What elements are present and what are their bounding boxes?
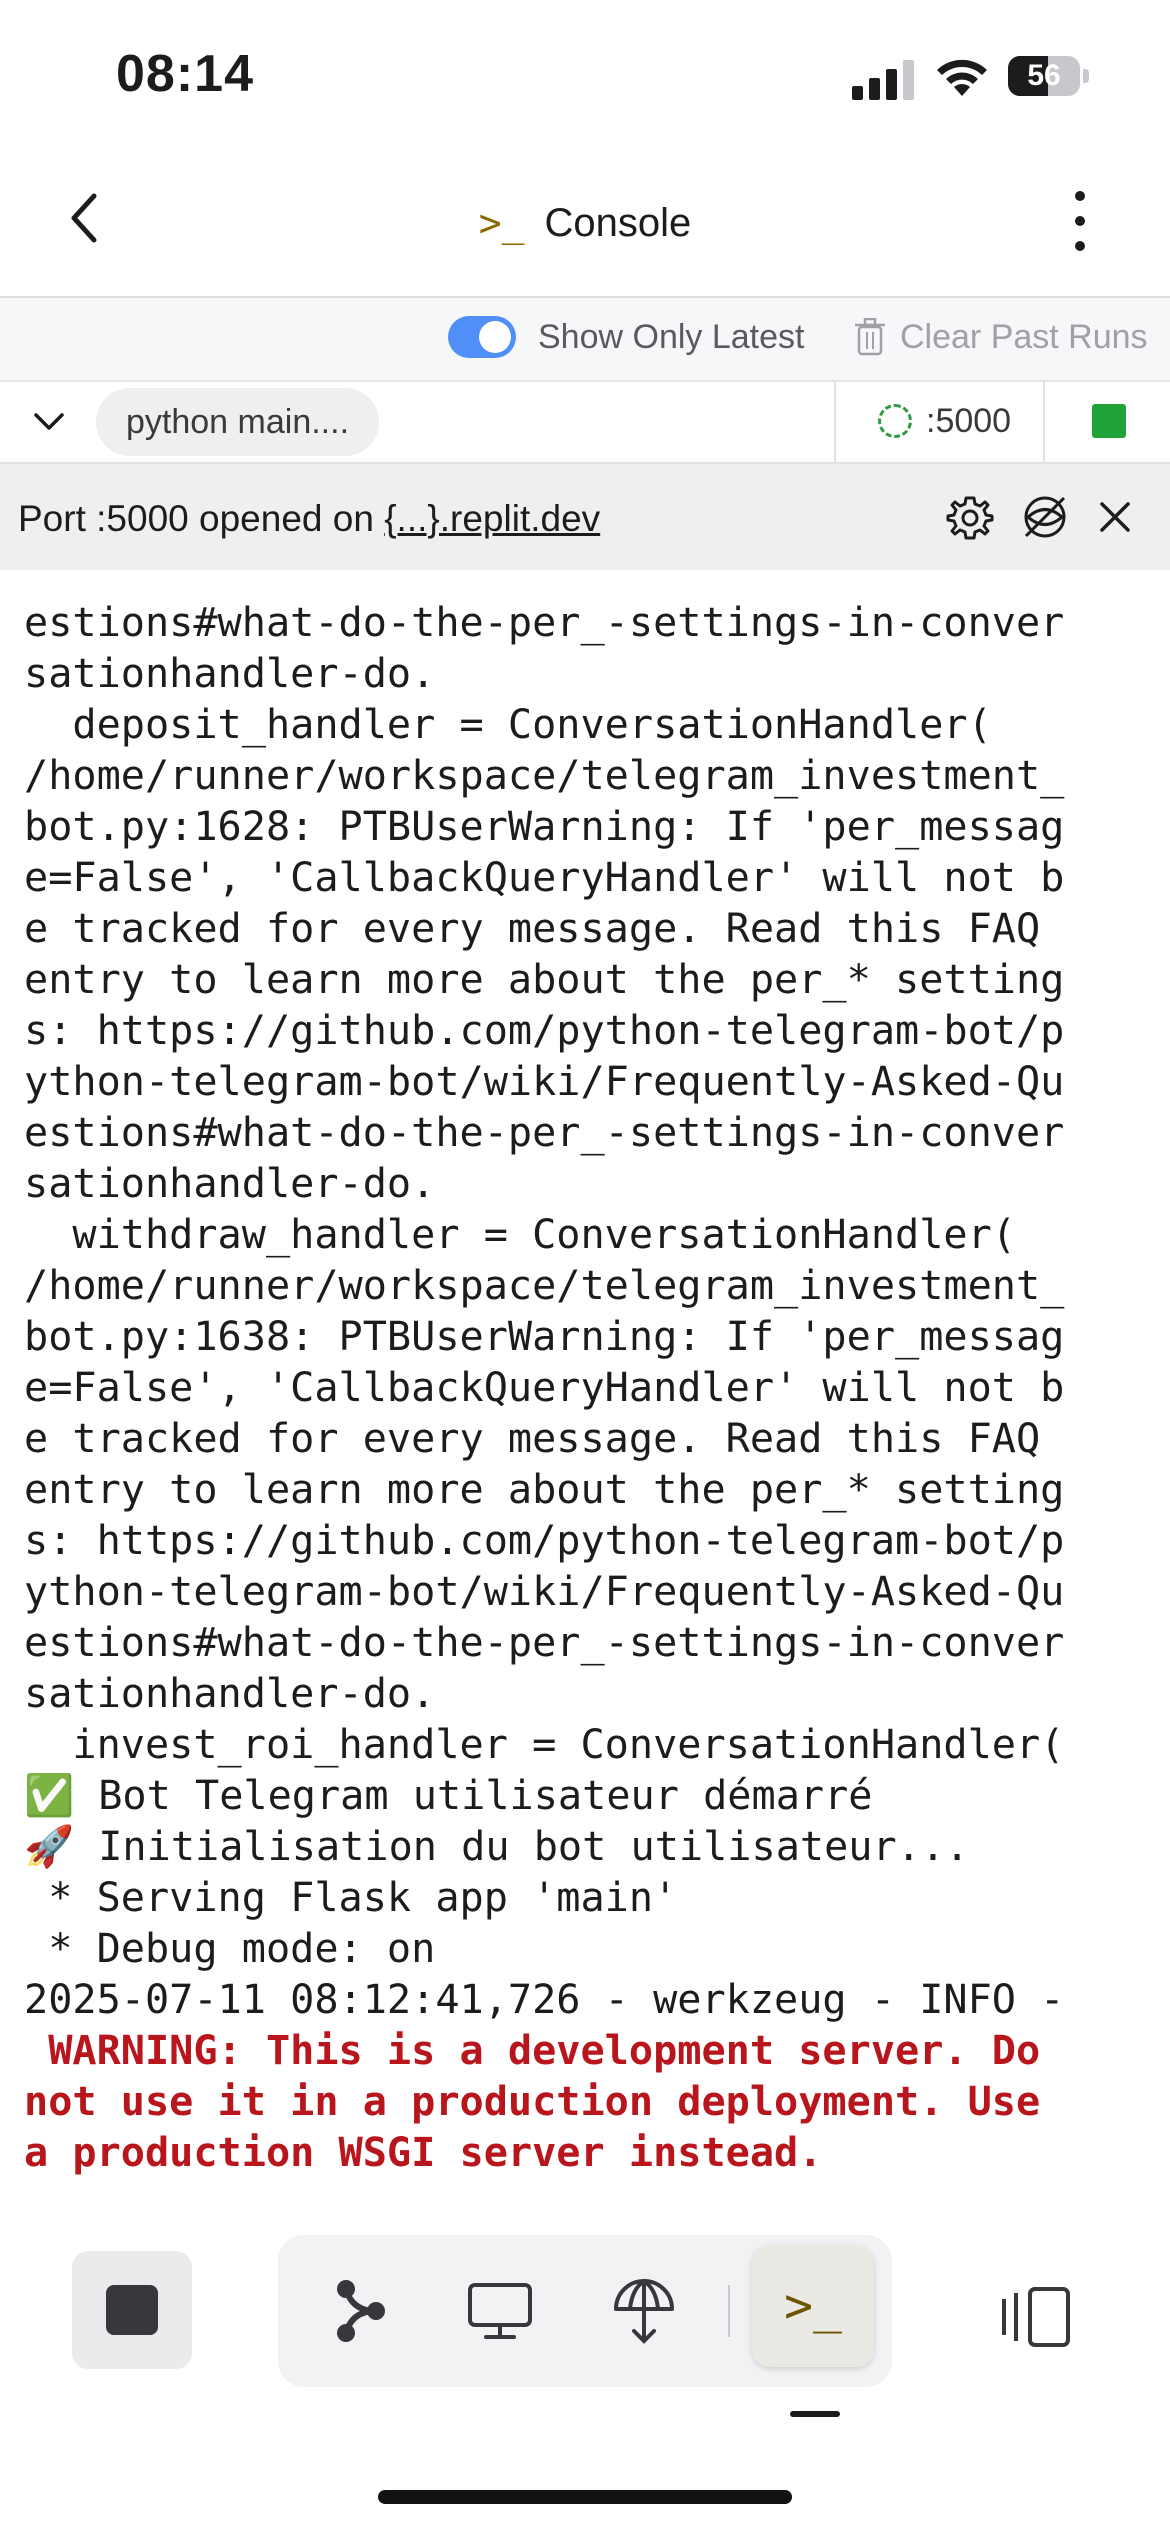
status-bar: 08:14 56 <box>0 0 1170 150</box>
console-line: e tracked for every message. Read this F… <box>24 906 1041 952</box>
console-line: ✅ Bot Telegram utilisateur démarré <box>24 1773 873 1819</box>
console-line: ython-telegram-bot/wiki/Frequently-Asked… <box>24 1059 1065 1105</box>
tool-tab-group: >_ <box>278 2235 892 2387</box>
console-line: bot.py:1628: PTBUserWarning: If 'per_mes… <box>24 804 1065 850</box>
console-line: 2025-07-11 08:12:41,726 - werkzeug - INF… <box>24 1977 1065 2023</box>
monitor-icon[interactable] <box>464 2275 536 2347</box>
console-line: deposit_handler = ConversationHandler( <box>24 702 992 748</box>
divider <box>834 382 836 462</box>
divider <box>1043 382 1045 462</box>
port-label[interactable]: :5000 <box>926 402 1011 441</box>
console-line: e=False', 'CallbackQueryHandler' will no… <box>24 1365 1065 1411</box>
console-line: * Serving Flask app 'main' <box>24 1875 678 1921</box>
console-output[interactable]: estions#what-do-the-per_-settings-in-con… <box>0 570 1170 2185</box>
console-line: entry to learn more about the per_* sett… <box>24 957 1065 1003</box>
console-toolbar: Show Only Latest Clear Past Runs <box>0 298 1170 382</box>
console-line: sationhandler-do. <box>24 1161 436 1207</box>
kebab-icon[interactable] <box>1060 188 1100 254</box>
console-line: s: https://github.com/python-telegram-bo… <box>24 1518 1065 1564</box>
wifi-icon <box>937 59 987 96</box>
console-line: s: https://github.com/python-telegram-bo… <box>24 1008 1065 1054</box>
git-icon[interactable] <box>322 2275 394 2347</box>
preview-off-icon[interactable] <box>1018 490 1072 544</box>
console-line: estions#what-do-the-per_-settings-in-con… <box>24 1110 1065 1156</box>
battery-level: 56 <box>1027 59 1061 92</box>
battery-icon: 56 <box>1008 56 1090 96</box>
port-notice: Port :5000 opened on {...}.replit.dev <box>0 464 1170 570</box>
run-command-pill[interactable]: python main.... <box>96 388 380 456</box>
console-line: e=False', 'CallbackQueryHandler' will no… <box>24 855 1065 901</box>
console-line: estions#what-do-the-per_-settings-in-con… <box>24 1620 1065 1666</box>
home-indicator <box>378 2490 792 2504</box>
trash-icon[interactable] <box>855 318 885 356</box>
page-title: Console <box>544 200 692 245</box>
console-warning-line: not use it in a production deployment. U… <box>24 2079 1041 2125</box>
console-line: ython-telegram-bot/wiki/Frequently-Asked… <box>24 1569 1065 1615</box>
run-row: python main.... :5000 <box>0 382 1170 464</box>
console-line: bot.py:1638: PTBUserWarning: If 'per_mes… <box>24 1314 1065 1360</box>
show-only-latest-toggle[interactable] <box>448 316 516 358</box>
cellular-signal-icon <box>852 60 914 100</box>
terminal-icon: >_ <box>478 201 525 245</box>
console-warning-line: a production WSGI server instead. <box>24 2130 823 2176</box>
console-line: sationhandler-do. <box>24 1671 436 1717</box>
console-line: 🚀 Initialisation du bot utilisateur... <box>24 1824 970 1870</box>
layout-icon[interactable] <box>1000 2285 1072 2349</box>
console-tab[interactable]: >_ <box>752 2245 874 2367</box>
status-time: 08:14 <box>116 45 254 103</box>
port-notice-link[interactable]: {...}.replit.dev <box>384 498 600 539</box>
deploy-icon[interactable] <box>608 2275 680 2347</box>
console-line: invest_roi_handler = ConversationHandler… <box>24 1722 1065 1768</box>
console-line: e tracked for every message. Read this F… <box>24 1416 1041 1462</box>
console-line: entry to learn more about the per_* sett… <box>24 1467 1065 1513</box>
console-warning-line: WARNING: This is a development server. D… <box>24 2028 1041 2074</box>
console-line: * Debug mode: on <box>24 1926 436 1972</box>
show-only-latest-label[interactable]: Show Only Latest <box>538 318 804 357</box>
console-line: sationhandler-do. <box>24 651 436 697</box>
chevron-down-icon[interactable] <box>30 402 68 440</box>
stop-icon <box>106 2285 158 2335</box>
console-line: withdraw_handler = ConversationHandler( <box>24 1212 1016 1258</box>
running-status-icon[interactable] <box>1092 404 1126 438</box>
console-line: estions#what-do-the-per_-settings-in-con… <box>24 600 1065 646</box>
port-notice-text: Port :5000 opened on {...}.replit.dev <box>18 498 600 540</box>
active-tab-indicator <box>790 2411 840 2417</box>
port-notice-prefix: Port :5000 opened on <box>18 498 385 539</box>
header-title-group: >_ Console <box>0 150 1170 296</box>
bottom-toolbar: >_ <box>0 2185 1170 2532</box>
console-line: /home/runner/workspace/telegram_investme… <box>24 1263 1065 1309</box>
console-lines: estions#what-do-the-per_-settings-in-con… <box>24 598 1064 2179</box>
close-icon[interactable] <box>1096 498 1134 536</box>
console-header: >_ Console <box>0 150 1170 298</box>
clear-past-runs-button[interactable]: Clear Past Runs <box>900 318 1148 357</box>
spinner-icon <box>878 404 912 438</box>
gear-icon[interactable] <box>946 494 994 542</box>
terminal-icon: >_ <box>784 2278 842 2334</box>
console-line: /home/runner/workspace/telegram_investme… <box>24 753 1065 799</box>
stop-button[interactable] <box>72 2251 192 2369</box>
divider <box>728 2285 730 2337</box>
